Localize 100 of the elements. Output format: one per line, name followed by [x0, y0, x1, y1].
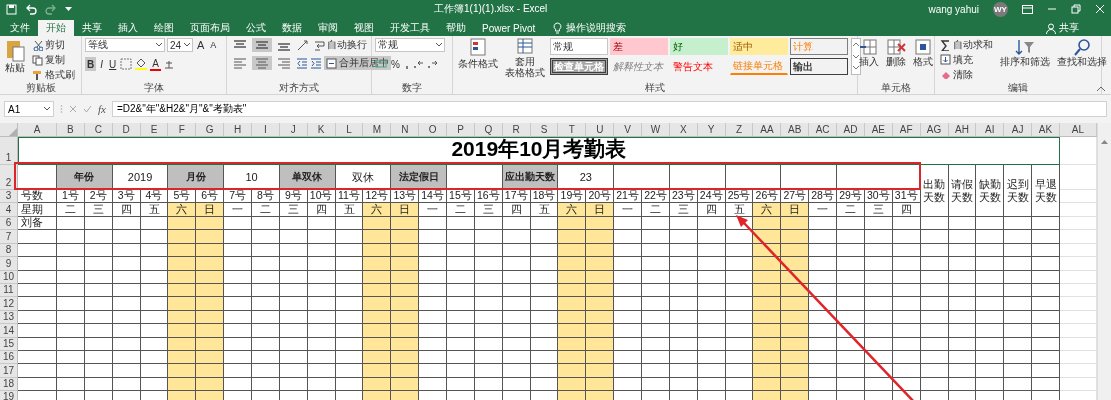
share-button[interactable]: 共享 — [1038, 20, 1087, 36]
cell-style-item[interactable]: 好 — [670, 38, 728, 55]
row-header[interactable]: 19 — [0, 391, 18, 400]
horizontal-align-button[interactable] — [252, 56, 272, 70]
ribbon-tab[interactable]: 公式 — [238, 20, 274, 36]
conditional-formatting-button[interactable]: 条件格式 — [456, 38, 500, 82]
format-as-table-button[interactable]: 套用 表格格式 — [503, 38, 547, 82]
scroll-up-icon[interactable] — [1101, 139, 1108, 144]
column-header[interactable]: AJ — [1004, 123, 1033, 137]
column-header[interactable]: AG — [920, 123, 949, 137]
row-header[interactable]: 7 — [0, 230, 18, 244]
ribbon-tab[interactable]: 共享 — [74, 20, 110, 36]
column-header[interactable]: AA — [753, 123, 782, 137]
merge-center-button[interactable]: 合并后居中 — [324, 56, 391, 70]
ribbon-tab[interactable]: 文件 — [2, 20, 38, 36]
row-header[interactable]: 4 — [0, 203, 18, 217]
fill-button[interactable]: 填充 — [938, 53, 995, 67]
row-header[interactable]: 1 — [0, 137, 18, 165]
column-header[interactable]: V — [614, 123, 643, 137]
column-header[interactable]: AB — [781, 123, 810, 137]
underline-button[interactable]: U — [107, 57, 119, 71]
user-avatar[interactable]: WY — [993, 1, 1008, 17]
column-header[interactable]: S — [530, 123, 559, 137]
decrease-decimal-icon[interactable] — [425, 58, 438, 70]
close-icon[interactable] — [1095, 4, 1105, 14]
ribbon-tab[interactable]: 页面布局 — [182, 20, 238, 36]
ribbon-tab[interactable]: Power Pivot — [474, 20, 544, 36]
tell-me-search[interactable]: 操作说明搜索 — [553, 20, 627, 36]
ribbon-tab[interactable]: 开发工具 — [382, 20, 438, 36]
ribbon-tab[interactable]: 审阅 — [310, 20, 346, 36]
column-header[interactable]: H — [224, 123, 252, 137]
column-header[interactable]: N — [391, 123, 420, 137]
find-select-button[interactable]: 查找和选择 — [1055, 38, 1109, 82]
cell-style-item[interactable]: 警告文本 — [670, 58, 728, 75]
column-header[interactable]: AF — [892, 123, 921, 137]
column-header[interactable]: F — [168, 123, 197, 137]
column-header[interactable]: C — [84, 123, 113, 137]
column-header[interactable]: AD — [837, 123, 865, 137]
grow-font-button[interactable]: A — [195, 38, 207, 52]
paste-button[interactable]: 粘贴 — [3, 38, 27, 82]
copy-button[interactable]: 复制 — [30, 53, 77, 67]
customize-caret-icon[interactable] — [65, 6, 72, 12]
ribbon-tab[interactable]: 绘图 — [146, 20, 182, 36]
delete-cells-button[interactable]: 删除 — [884, 38, 908, 82]
column-header[interactable]: P — [447, 123, 475, 137]
column-header[interactable]: R — [502, 123, 531, 137]
fill-color-icon[interactable] — [134, 58, 149, 70]
decrease-indent-icon[interactable] — [296, 57, 308, 69]
save-icon[interactable] — [6, 3, 17, 15]
restore-icon[interactable] — [1071, 4, 1081, 14]
column-header[interactable]: AK — [1032, 123, 1060, 137]
cut-button[interactable]: 剪切 — [30, 38, 77, 52]
gallery-scroll-icon[interactable] — [851, 38, 861, 75]
vertical-align-button[interactable] — [252, 38, 272, 52]
cell-style-item[interactable]: 输出 — [790, 58, 848, 75]
column-header[interactable]: O — [419, 123, 448, 137]
row-header[interactable]: 17 — [0, 364, 18, 378]
column-header[interactable]: AC — [809, 123, 838, 137]
column-header[interactable]: J — [279, 123, 308, 137]
insert-function-button[interactable]: fx — [98, 103, 106, 115]
column-header[interactable]: A — [18, 123, 57, 137]
phonetic-icon[interactable] — [162, 58, 175, 70]
column-header[interactable]: I — [252, 123, 280, 137]
column-header[interactable]: D — [112, 123, 141, 137]
column-header[interactable]: L — [335, 123, 364, 137]
italic-button[interactable]: I — [98, 57, 105, 71]
row-header[interactable]: 14 — [0, 324, 18, 338]
column-header[interactable]: B — [57, 123, 85, 137]
font-color-button[interactable]: A — [150, 57, 161, 71]
column-header[interactable]: G — [196, 123, 225, 137]
insert-cells-button[interactable]: 插入 — [857, 38, 881, 82]
row-header[interactable]: 12 — [0, 297, 18, 311]
row-header[interactable]: 3 — [0, 190, 18, 203]
format-cells-button[interactable]: 格式 — [911, 38, 935, 82]
column-header[interactable]: Q — [474, 123, 503, 137]
column-header[interactable]: X — [669, 123, 698, 137]
sort-filter-button[interactable]: 排序和筛选 — [998, 38, 1052, 82]
cancel-icon[interactable] — [69, 105, 77, 113]
ribbon-tab[interactable]: 开始 — [38, 20, 74, 36]
cell-style-item[interactable]: 常规 — [550, 38, 608, 55]
column-header[interactable]: AE — [864, 123, 893, 137]
ribbon-tab[interactable]: 插入 — [110, 20, 146, 36]
cell-style-item[interactable]: 差 — [610, 38, 668, 55]
column-header[interactable]: AI — [976, 123, 1005, 137]
cell-style-item[interactable]: 适中 — [730, 38, 788, 55]
number-format-dropdown[interactable]: 常规 — [375, 38, 445, 52]
wrap-text-button[interactable]: 自动换行 — [312, 38, 369, 52]
vertical-scrollbar[interactable] — [1097, 123, 1111, 400]
column-header[interactable]: M — [363, 123, 392, 137]
undo-icon[interactable] — [25, 3, 37, 15]
redo-icon[interactable] — [45, 3, 57, 15]
formula-field[interactable]: =D2&"年"&H2&"月"&"考勤表" — [111, 101, 1107, 117]
bold-button[interactable]: B — [85, 57, 97, 71]
percent-button[interactable]: % — [389, 57, 402, 71]
autosum-button[interactable]: 自动求和 — [938, 38, 995, 52]
ribbon-tab[interactable]: 视图 — [346, 20, 382, 36]
check-icon[interactable] — [83, 105, 92, 113]
column-header[interactable]: W — [642, 123, 670, 137]
increase-indent-icon[interactable] — [310, 57, 322, 69]
column-header[interactable]: Z — [725, 123, 754, 137]
